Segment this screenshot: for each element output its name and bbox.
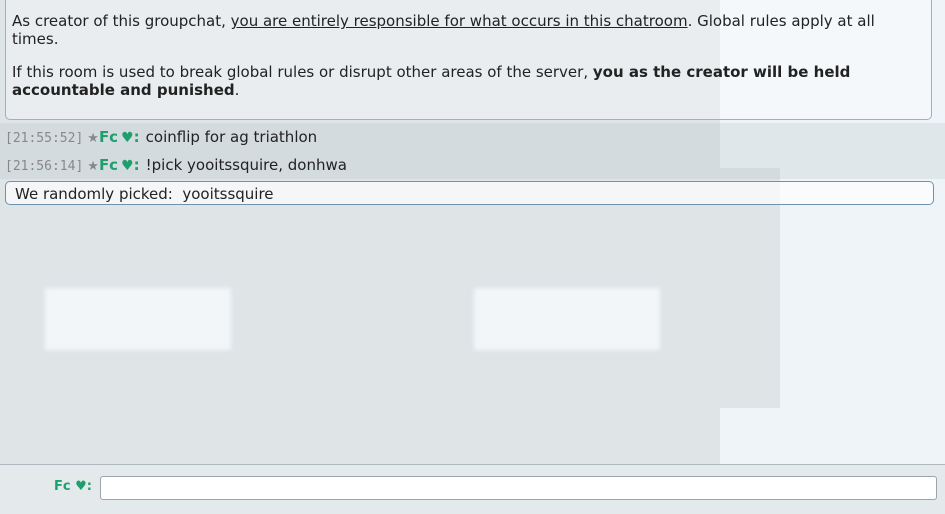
heart-icon: ♥: [121, 130, 134, 146]
message-username[interactable]: Fc: [99, 128, 118, 146]
message-colon: :: [133, 128, 140, 146]
chat-input-bar: Fc ♥:: [0, 464, 945, 514]
heart-icon: ♥: [121, 158, 134, 174]
notice-paragraph-1: As creator of this groupchat, you are en…: [12, 12, 919, 48]
chat-message: [21:55:52] ★Fc ♥: coinflip for ag triathlon: [0, 123, 945, 151]
input-username-label: Fc ♥:: [54, 479, 92, 494]
message-timestamp: [21:56:14]: [5, 159, 84, 174]
message-username[interactable]: Fc: [99, 156, 118, 174]
notice-paragraph-2: If this room is used to break global rul…: [12, 63, 919, 99]
message-text: !pick yooitssquire, donhwa: [145, 156, 347, 174]
notice-underlined-text: you are entirely responsible for what oc…: [230, 12, 688, 30]
notice-text: If this room is used to break global rul…: [12, 63, 593, 81]
user-rank-icon: ★: [87, 159, 99, 174]
message-timestamp: [21:55:52]: [5, 131, 84, 146]
pick-result-box: We randomly picked: yooitssquire: [5, 181, 934, 205]
chat-log[interactable]: As creator of this groupchat, you are en…: [0, 0, 945, 464]
chat-message-input[interactable]: [100, 476, 937, 500]
chat-message: [21:56:14] ★Fc ♥: !pick yooitssquire, donhw…: [0, 151, 945, 179]
user-rank-icon: ★: [87, 131, 99, 146]
message-text: coinflip for ag triathlon: [145, 128, 318, 146]
message-colon: :: [133, 156, 140, 174]
room-creator-notice: As creator of this groupchat, you are en…: [5, 0, 932, 120]
notice-text: .: [234, 81, 240, 99]
heart-icon: ♥: [75, 479, 87, 494]
notice-text: As creator of this groupchat,: [12, 12, 231, 30]
input-username: Fc: [54, 479, 71, 494]
